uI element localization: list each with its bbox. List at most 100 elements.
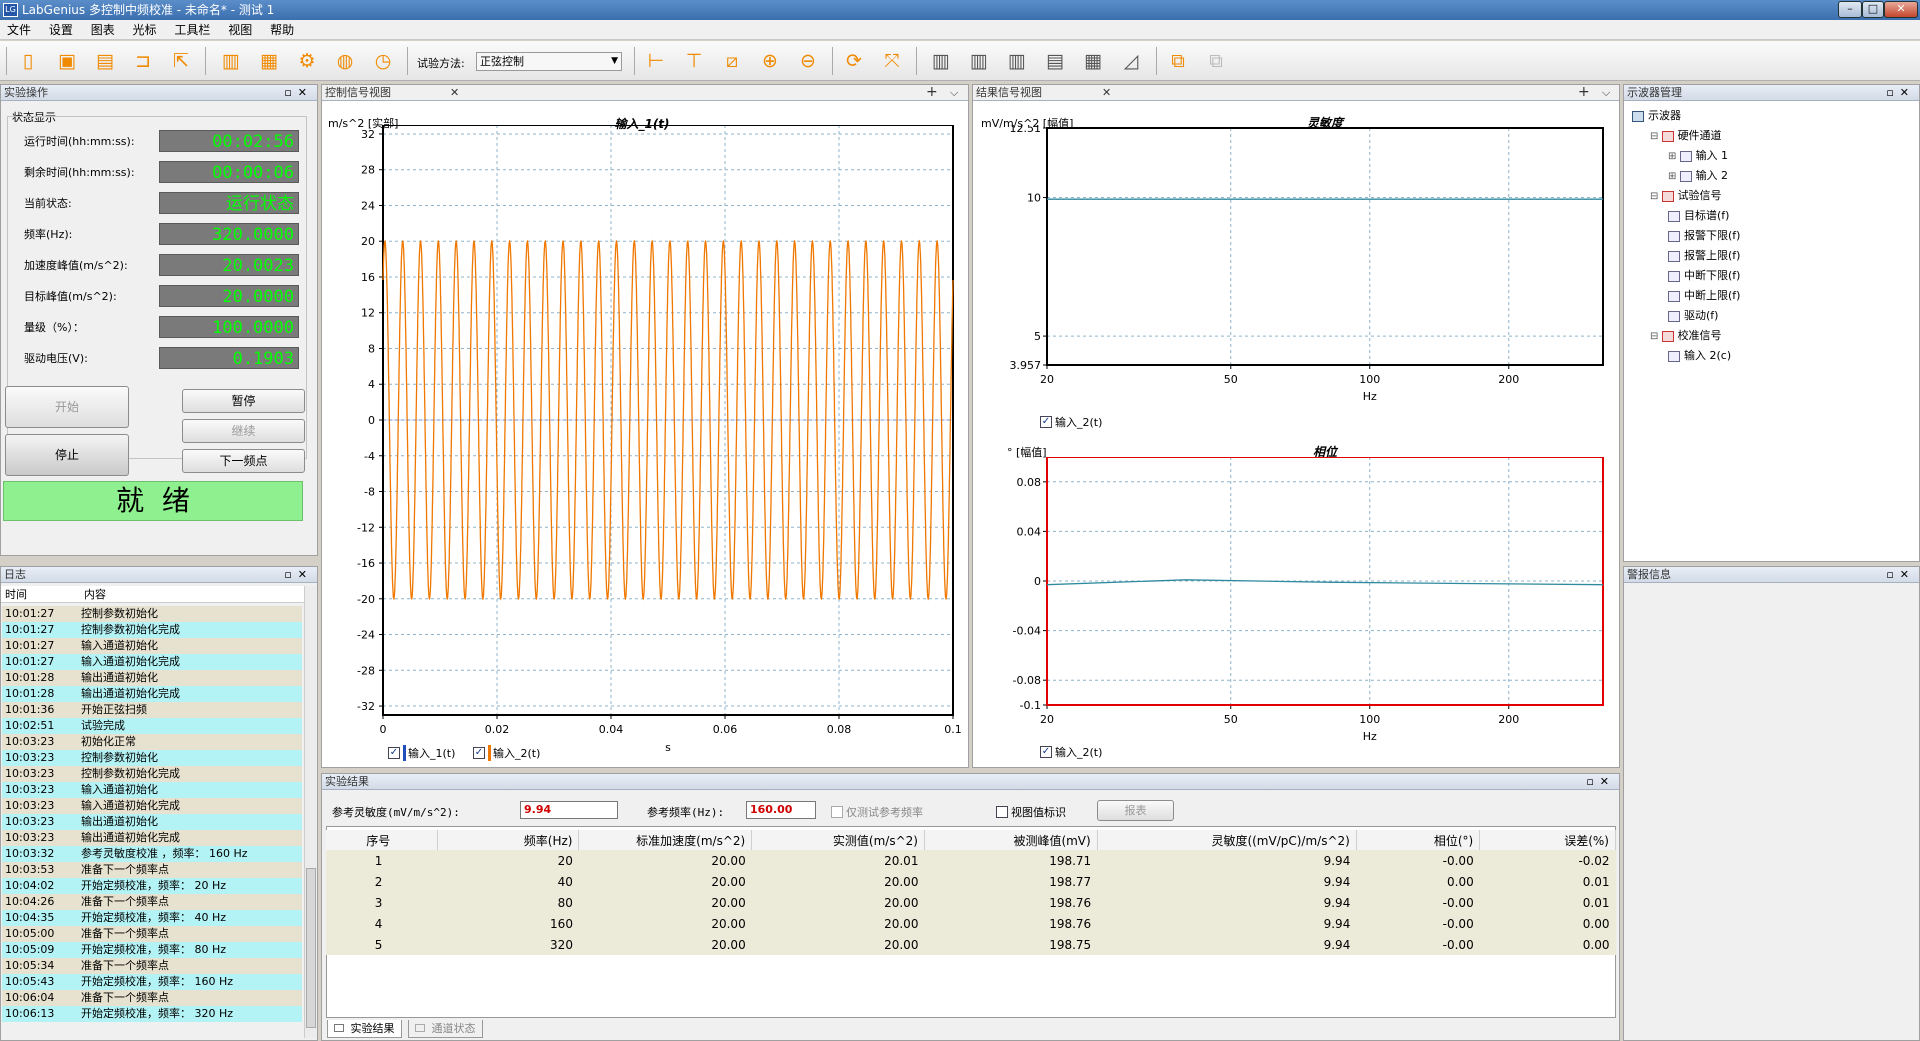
clipboard-icon[interactable]: ▥ — [218, 48, 244, 74]
tree-item[interactable]: ⊞ 输入 1 — [1668, 147, 1728, 163]
chevron-down-icon[interactable]: ⌵ — [1602, 85, 1610, 101]
legend-input-1[interactable]: ✓ 输入_1(t) — [388, 745, 455, 761]
log-row[interactable]: 10:03:23 输入通道初始化 — [2, 782, 302, 798]
book-icon[interactable]: ▦ — [256, 48, 282, 74]
menu-cursor[interactable]: 光标 — [126, 20, 164, 40]
collapse-icon[interactable]: ⊟ — [1650, 331, 1662, 342]
menu-view[interactable]: 视图 — [221, 20, 259, 40]
checkbox-checked-icon[interactable]: ✓ — [1040, 746, 1052, 758]
checkbox-unchecked-icon[interactable] — [996, 806, 1008, 818]
tree-item[interactable]: 驱动(f) — [1668, 307, 1718, 323]
fit-icon[interactable]: ⤧ — [879, 48, 905, 74]
log-row[interactable]: 10:04:26 准备下一个频率点 — [2, 894, 302, 910]
column-header[interactable]: 标准加速度(m/s^2) — [578, 830, 753, 850]
maximize-button[interactable]: □ — [1862, 1, 1884, 18]
window-title-bar[interactable]: LabGenius 多控制中频校准 - 未命名* - 测试 1 — [0, 0, 1920, 20]
add-view-icon[interactable]: + — [1578, 84, 1590, 100]
chart-icon[interactable]: ◿ — [1118, 48, 1144, 74]
cursor-vertical-icon[interactable]: ⊤ — [681, 48, 707, 74]
stop-button[interactable]: 停止 — [5, 434, 129, 476]
log-row[interactable]: 10:01:27 控制参数初始化完成 — [2, 622, 302, 638]
control-signal-chart[interactable]: 32 28 24 20 16 12 8 4 0 -4 -8 -12 -16 -20 -24 -28 -32 0 0.… — [322, 125, 968, 815]
expand-icon[interactable]: ⊞ — [1668, 171, 1680, 182]
log-scrollbar[interactable] — [304, 586, 317, 1038]
log-row[interactable]: 10:01:27 控制参数初始化 — [2, 606, 302, 622]
table-row[interactable]: 4 160 20.00 20.00 198.76 9.94 -0.00 0.00 — [326, 913, 1616, 934]
tree-item[interactable]: 报警下限(f) — [1668, 227, 1740, 243]
tree-item[interactable]: ⊞ 输入 2 — [1668, 167, 1728, 183]
log-row[interactable]: 10:05:43 开始定频校准，频率： 160 Hz — [2, 974, 302, 990]
log-row[interactable]: 10:05:34 准备下一个频率点 — [2, 958, 302, 974]
tree-item[interactable]: 目标谱(f) — [1668, 207, 1729, 223]
column-header[interactable]: 灵敏度((mV/pC)/m/s^2) — [1097, 830, 1357, 850]
window-tile-icon[interactable]: ⧉ — [1165, 48, 1191, 74]
log-row[interactable]: 10:04:35 开始定频校准，频率： 40 Hz — [2, 910, 302, 926]
close-window-button[interactable]: ✕ — [1884, 1, 1918, 18]
legend-sensitivity[interactable]: ✓ 输入_2(t) — [1040, 414, 1102, 430]
close-tab-icon[interactable]: ✕ — [1102, 85, 1111, 101]
refresh-icon[interactable]: ⟳ — [841, 48, 867, 74]
result-view-tab[interactable]: 结果信号视图 — [976, 86, 1042, 99]
log-row[interactable]: 10:03:23 控制参数初始化 — [2, 750, 302, 766]
panel-pin-close-icon[interactable]: ▫✕ — [1886, 567, 1915, 583]
checkbox-unchecked-icon[interactable] — [831, 806, 843, 818]
report-button[interactable]: 报表 — [1097, 800, 1174, 821]
ref-frequency-input[interactable]: 160.00 — [746, 801, 816, 819]
log-row[interactable]: 10:03:23 初始化正常 — [2, 734, 302, 750]
log-row[interactable]: 10:05:09 开始定频校准，频率： 80 Hz — [2, 942, 302, 958]
log-row[interactable]: 10:01:36 开始正弦扫频 — [2, 702, 302, 718]
method-select[interactable]: 正弦控制 ▼ — [476, 52, 622, 71]
menu-chart[interactable]: 图表 — [84, 20, 122, 40]
panel-pin-close-icon[interactable]: ▫✕ — [1886, 85, 1915, 101]
add-view-icon[interactable]: + — [926, 84, 938, 100]
log-row[interactable]: 10:01:28 输出通道初始化完成 — [2, 686, 302, 702]
checkbox-checked-icon[interactable]: ✓ — [473, 747, 485, 759]
collapse-icon[interactable]: ⊟ — [1650, 191, 1662, 202]
pause-button[interactable]: 暂停 — [182, 389, 305, 413]
layout-1-icon[interactable]: ▥ — [928, 48, 954, 74]
cursor-horizontal-icon[interactable]: ⊢ — [643, 48, 669, 74]
ref-sensitivity-input[interactable]: 9.94 — [520, 801, 618, 819]
zoom-in-icon[interactable]: ⊕ — [757, 48, 783, 74]
column-header[interactable]: 序号 — [326, 830, 438, 850]
log-row[interactable]: 10:06:13 开始定频校准，频率： 320 Hz — [2, 1006, 302, 1022]
log-row[interactable]: 10:01:28 输出通道初始化 — [2, 670, 302, 686]
zoom-out-icon[interactable]: ⊖ — [795, 48, 821, 74]
checkbox-checked-icon[interactable]: ✓ — [1040, 416, 1052, 428]
tab-channel-status[interactable]: 通道状态 — [408, 1020, 483, 1038]
save-as-icon[interactable]: ▤ — [92, 48, 118, 74]
log-row[interactable]: 10:03:32 参考灵敏度校准 ，频率： 160 Hz — [2, 846, 302, 862]
new-file-icon[interactable]: ▯ — [15, 48, 41, 74]
clock-icon[interactable]: ◷ — [370, 48, 396, 74]
column-header[interactable]: 频率(Hz) — [437, 830, 580, 850]
column-header[interactable]: 误差(%) — [1479, 830, 1616, 850]
menu-help[interactable]: 帮助 — [263, 20, 301, 40]
log-row[interactable]: 10:01:27 输入通道初始化完成 — [2, 654, 302, 670]
control-view-tab[interactable]: 控制信号视图 — [325, 86, 391, 99]
column-header[interactable]: 相位(°) — [1356, 830, 1481, 850]
table-row[interactable]: 3 80 20.00 20.00 198.76 9.94 -0.00 0.01 — [326, 892, 1616, 913]
table-row[interactable]: 2 40 20.00 20.00 198.77 9.94 0.00 0.01 — [326, 871, 1616, 892]
expand-icon[interactable]: ⊞ — [1668, 151, 1680, 162]
tree-item[interactable]: 示波器 — [1632, 107, 1681, 123]
log-row[interactable]: 10:02:51 试验完成 — [2, 718, 302, 734]
open-folder-icon[interactable]: ⊐ — [130, 48, 156, 74]
log-row[interactable]: 10:03:23 输出通道初始化 — [2, 814, 302, 830]
log-row[interactable]: 10:04:02 开始定频校准，频率： 20 Hz — [2, 878, 302, 894]
log-row[interactable]: 10:03:23 控制参数初始化完成 — [2, 766, 302, 782]
start-button[interactable]: 开始 — [5, 386, 129, 428]
tree-item[interactable]: 输入 2(c) — [1668, 347, 1731, 363]
collapse-icon[interactable]: ⊟ — [1650, 131, 1662, 142]
legend-phase[interactable]: ✓ 输入_2(t) — [1040, 744, 1102, 760]
disk-icon[interactable]: ◍ — [332, 48, 358, 74]
tree-item[interactable]: 中断下限(f) — [1668, 267, 1740, 283]
table-row[interactable]: 5 320 20.00 20.00 198.75 9.94 -0.00 0.00 — [326, 934, 1616, 955]
tree-item[interactable]: ⊟ 校准信号 — [1650, 327, 1722, 343]
gear-icon[interactable]: ⚙ — [294, 48, 320, 74]
menu-settings[interactable]: 设置 — [42, 20, 80, 40]
menu-toolbar[interactable]: 工具栏 — [167, 20, 217, 40]
legend-input-2[interactable]: ✓ 输入_2(t) — [473, 745, 540, 761]
log-row[interactable]: 10:01:27 输入通道初始化 — [2, 638, 302, 654]
table-row[interactable]: 1 20 20.00 20.01 198.71 9.94 -0.00 -0.02 — [326, 850, 1616, 871]
log-row[interactable]: 10:03:23 输入通道初始化完成 — [2, 798, 302, 814]
